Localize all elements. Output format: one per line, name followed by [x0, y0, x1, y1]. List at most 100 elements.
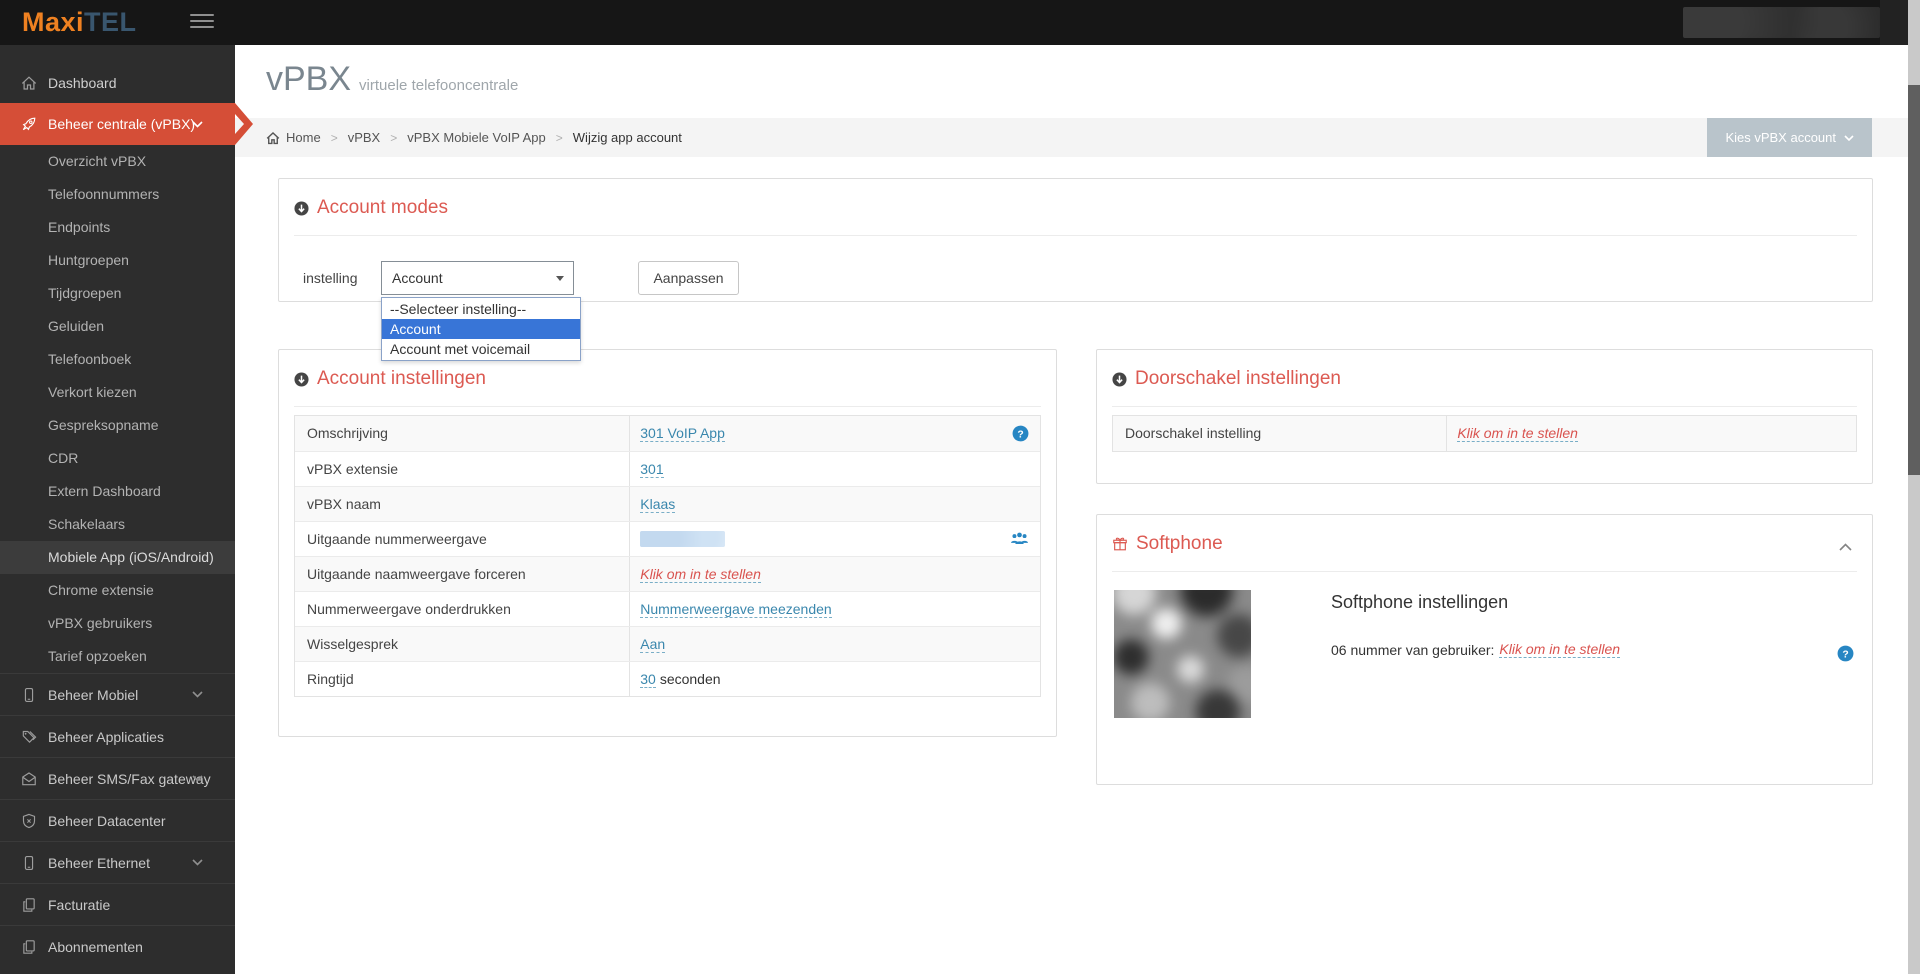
file-icon	[20, 897, 37, 913]
softphone-number-line: 06 nummer van gebruiker: Klik om in te s…	[1331, 641, 1620, 658]
chevron-down-icon	[189, 859, 206, 866]
sidebar-item-vpbx-gebruikers[interactable]: vPBX gebruikers	[0, 607, 235, 640]
group-icon[interactable]	[1010, 531, 1029, 546]
account-modes-title: Account modes	[294, 197, 1857, 219]
sidebar-item-beheer-mobiel[interactable]: Beheer Mobiel	[0, 673, 235, 715]
sidebar-item-facturatie-label: Facturatie	[48, 897, 110, 913]
editable-value-link[interactable]: 301 VoIP App	[640, 425, 725, 442]
account-settings-title: Account instellingen	[294, 368, 1041, 390]
settings-row-uitgaande-nummerweergave: Uitgaande nummerweergave	[295, 521, 1040, 556]
editable-value-link[interactable]: Klik om in te stellen	[1457, 425, 1578, 442]
sidebar-item-endpoints[interactable]: Endpoints	[0, 211, 235, 244]
sidebar-item-chrome-extensie[interactable]: Chrome extensie	[0, 574, 235, 607]
hamburger-icon[interactable]	[190, 14, 214, 31]
editable-value-link[interactable]: 30	[640, 671, 656, 688]
breadcrumb-home-link[interactable]: Home	[286, 130, 321, 145]
account-settings-table: Omschrijving301 VoIP App?vPBX extensie 30…	[294, 415, 1041, 697]
sidebar-item-tijdgroepen[interactable]: Tijdgroepen	[0, 277, 235, 310]
breadcrumb-item-vpbx-mobiele-voip-app[interactable]: vPBX Mobiele VoIP App	[407, 130, 546, 145]
editable-value-link[interactable]: Klik om in te stellen	[640, 566, 761, 583]
setting-value: Aan	[630, 636, 1040, 653]
editable-value-link[interactable]: 301	[640, 461, 663, 478]
scrollbar-thumb[interactable]	[1908, 85, 1920, 475]
setting-value: Klik om in te stellen	[1447, 425, 1856, 442]
chevron-down-icon	[189, 691, 206, 698]
breadcrumb-bar: Home >vPBX>vPBX Mobiele VoIP App>Wijzig …	[235, 118, 1908, 157]
setting-label: Uitgaande nummerweergave	[295, 522, 630, 557]
sidebar-item-verkort-kiezen[interactable]: Verkort kiezen	[0, 376, 235, 409]
sidebar-item-beheer-datacenter[interactable]: Beheer Datacenter	[0, 799, 235, 841]
divider	[294, 406, 1041, 407]
editable-value-link[interactable]: Aan	[640, 636, 665, 653]
sidebar-item-abonnementen-label: Abonnementen	[48, 939, 143, 955]
aanpassen-button[interactable]: Aanpassen	[638, 261, 739, 295]
sidebar-item-schakelaars[interactable]: Schakelaars	[0, 508, 235, 541]
sidebar-item-tarief-opzoeken[interactable]: Tarief opzoeken	[0, 640, 235, 673]
settings-row-ringtijd: Ringtijd30seconden	[295, 661, 1040, 696]
setting-label: Uitgaande naamweergave forceren	[295, 557, 630, 592]
maxitel-logo[interactable]: MaxiTEL	[22, 0, 137, 45]
svg-text:?: ?	[1842, 649, 1848, 660]
sidebar-item-overzicht-vpbx[interactable]: Overzicht vPBX	[0, 145, 235, 178]
chevron-down-icon	[189, 775, 206, 782]
circle-arrow-down-icon	[294, 201, 309, 216]
editable-value-link[interactable]: Nummerweergave meezenden	[640, 601, 831, 618]
sidebar-item-gespreksopname[interactable]: Gespreksopname	[0, 409, 235, 442]
page-scrollbar[interactable]	[1908, 0, 1920, 974]
instelling-label: instelling	[303, 261, 358, 295]
sidebar-item-extern-dashboard[interactable]: Extern Dashboard	[0, 475, 235, 508]
user-account-redacted[interactable]	[1683, 7, 1880, 38]
sidebar-item-abonnementen[interactable]: Abonnementen	[0, 925, 235, 967]
sidebar-item-beheer-ethernet[interactable]: Beheer Ethernet	[0, 841, 235, 883]
account-settings-panel: Account instellingen Omschrijving301 VoI…	[278, 349, 1057, 737]
sidebar-item-geluiden[interactable]: Geluiden	[0, 310, 235, 343]
sidebar-item-telefoonboek[interactable]: Telefoonboek	[0, 343, 235, 376]
breadcrumb-separator: >	[556, 131, 563, 145]
sidebar-item-dashboard-label: Dashboard	[48, 75, 117, 91]
forward-settings-title: Doorschakel instellingen	[1112, 368, 1857, 390]
sidebar-item-dashboard[interactable]: Dashboard	[0, 62, 235, 103]
sidebar-item-facturatie[interactable]: Facturatie	[0, 883, 235, 925]
help-icon[interactable]: ?	[1837, 645, 1854, 662]
settings-row-omschrijving: Omschrijving301 VoIP App?	[295, 416, 1040, 451]
select-option-1[interactable]: Account	[382, 319, 580, 339]
breadcrumb-item-wijzig-app-account: Wijzig app account	[573, 130, 682, 145]
page-subtitle: virtuele telefooncentrale	[359, 77, 518, 94]
setting-value: Klik om in te stellen	[630, 566, 1040, 583]
instelling-select[interactable]: Account	[381, 261, 574, 295]
select-option-2[interactable]: Account met voicemail	[382, 339, 580, 359]
logo-part-tel: TEL	[84, 7, 137, 37]
setting-value	[630, 531, 1040, 547]
settings-row-uitgaande-naamweergave-forceren: Uitgaande naamweergave forceren Klik om i…	[295, 556, 1040, 591]
breadcrumb-items: >vPBX>vPBX Mobiele VoIP App>Wijzig app a…	[321, 130, 682, 145]
sidebar-item-telefoonnummers[interactable]: Telefoonnummers	[0, 178, 235, 211]
help-icon[interactable]: ?	[1012, 425, 1029, 442]
setting-value: 301 VoIP App	[630, 425, 1040, 442]
select-option-0[interactable]: --Selecteer instelling--	[382, 299, 580, 319]
chevron-up-icon[interactable]	[1839, 543, 1852, 551]
sidebar-item-cdr[interactable]: CDR	[0, 442, 235, 475]
softphone-number-set-link[interactable]: Klik om in te stellen	[1499, 641, 1620, 658]
editable-value-link[interactable]: Klaas	[640, 496, 675, 513]
logo-part-maxi: Maxi	[22, 7, 84, 37]
kies-vpbx-account-button[interactable]: Kies vPBX account	[1707, 118, 1872, 157]
setting-value: 301	[630, 461, 1040, 478]
sidebar-item-beheer-applicaties[interactable]: Beheer Applicaties	[0, 715, 235, 757]
svg-text:?: ?	[1017, 429, 1023, 440]
sidebar-item-huntgroepen[interactable]: Huntgroepen	[0, 244, 235, 277]
rocket-icon	[20, 116, 37, 132]
account-modes-form: instelling Account --Selecteer instellin…	[294, 261, 1857, 295]
sidebar-item-beheer-centrale-vpbx[interactable]: Beheer centrale (vPBX)	[0, 103, 235, 145]
setting-value: 30seconden	[630, 671, 1040, 688]
setting-label: vPBX extensie	[295, 452, 630, 487]
sidebar-item-beheer-sms-fax-gateway[interactable]: Beheer SMS/Fax gateway	[0, 757, 235, 799]
active-menu-arrow	[235, 103, 253, 145]
redacted-value[interactable]	[640, 531, 725, 547]
breadcrumb-item-vpbx[interactable]: vPBX	[348, 130, 381, 145]
sidebar-item-mobiele-app-ios-android[interactable]: Mobiele App (iOS/Android)	[0, 541, 235, 574]
home-icon	[266, 131, 280, 145]
softphone-text: Softphone instellingen 06 nummer van geb…	[1331, 590, 1620, 718]
settings-row-wisselgesprek: WisselgesprekAan	[295, 626, 1040, 661]
settings-row-vpbx-naam: vPBX naamKlaas	[295, 486, 1040, 521]
sidebar-item-beheer-applicaties-label: Beheer Applicaties	[48, 729, 164, 745]
